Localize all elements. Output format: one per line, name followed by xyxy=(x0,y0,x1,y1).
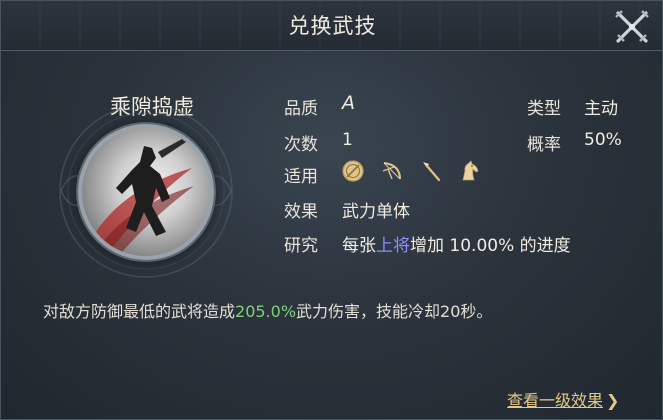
view-level-one-effect-link[interactable]: 查看一级效果 ❯ xyxy=(507,387,619,411)
applicable-icons xyxy=(341,159,482,185)
quality-value: A xyxy=(342,92,355,114)
count-label: 次数 xyxy=(284,135,318,155)
effect-value: 武力单体 xyxy=(342,202,410,222)
warrior-slash-icon xyxy=(92,138,194,252)
spear-icon xyxy=(423,162,441,182)
count-value: 1 xyxy=(342,130,353,150)
description-prefix: 对敌方防御最低的武将造成 xyxy=(43,302,236,321)
type-label: 类型 xyxy=(527,99,561,119)
exchange-skill-dialog: 兑换武技 乘隙捣虚 品质 A 类型 主动 次数 1 概率 50% 适用 效果 武… xyxy=(0,0,663,420)
link-label: 查看一级效果 xyxy=(507,391,604,410)
research-suffix: 增加 10.00% 的进度 xyxy=(410,236,571,256)
chevron-right-icon: ❯ xyxy=(606,391,620,410)
applicable-label: 适用 xyxy=(284,167,318,187)
rate-label: 概率 xyxy=(527,135,561,155)
description-damage-percent: 205.0% xyxy=(235,302,297,321)
quality-label: 品质 xyxy=(284,99,318,119)
type-value: 主动 xyxy=(584,99,618,119)
skill-description: 对敌方防御最低的武将造成205.0%武力伤害，技能冷却20秒。 xyxy=(43,298,492,322)
title-bar: 兑换武技 xyxy=(1,1,662,51)
shield-icon xyxy=(342,160,364,182)
close-button[interactable] xyxy=(610,5,654,49)
description-suffix: 武力伤害，技能冷却20秒。 xyxy=(296,302,493,321)
research-value: 每张上将增加 10.00% 的进度 xyxy=(342,231,571,256)
rate-value: 50% xyxy=(584,130,622,150)
skill-icon xyxy=(78,124,214,260)
research-prefix: 每张 xyxy=(342,236,376,256)
bow-icon xyxy=(382,162,401,180)
dialog-title: 兑换武技 xyxy=(288,14,377,38)
crossed-swords-close-icon xyxy=(615,10,649,43)
horse-icon xyxy=(462,160,479,181)
research-general-type: 上将 xyxy=(376,236,410,256)
research-label: 研究 xyxy=(284,236,318,256)
effect-label: 效果 xyxy=(284,202,318,222)
